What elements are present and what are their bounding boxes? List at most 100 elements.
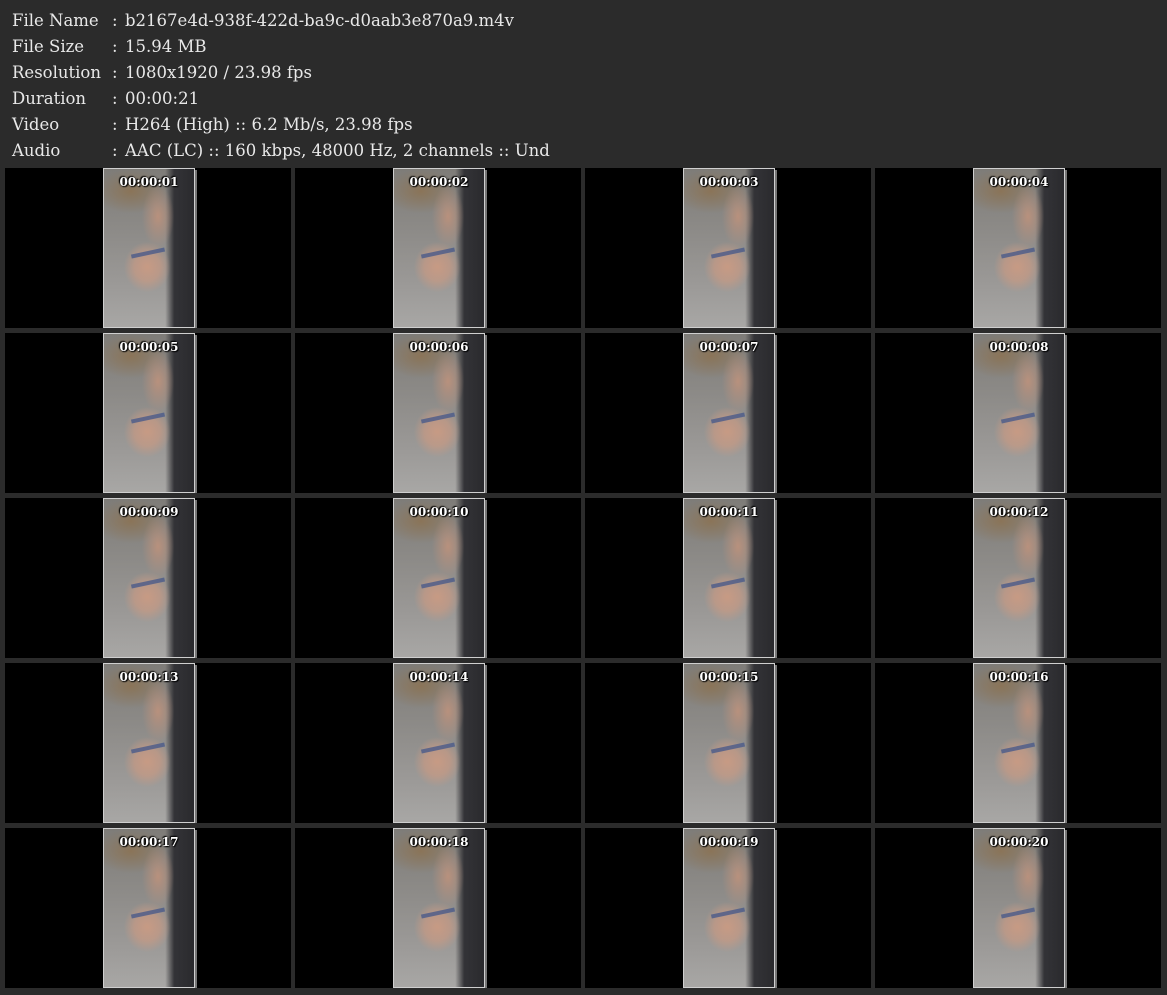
frame-image	[684, 334, 774, 492]
thumbnail-cell: 00:00:06	[295, 333, 581, 493]
info-value: 1080x1920 / 23.98 fps	[125, 63, 312, 82]
frame-image	[974, 334, 1064, 492]
thumbnail-cell: 00:00:08	[875, 333, 1161, 493]
info-separator: :	[112, 89, 118, 108]
file-info-panel: File Name : b2167e4d-938f-422d-ba9c-d0aa…	[12, 8, 1152, 164]
frame-image	[104, 829, 194, 987]
info-value: 00:00:21	[125, 89, 200, 108]
frame-timestamp: 00:00:18	[409, 835, 469, 849]
info-separator: :	[112, 11, 118, 30]
thumbnail-grid: 00:00:01 00:00:02 00:00:03 00:00:04 00:00:05…	[5, 168, 1163, 988]
video-frame-thumbnail: 00:00:17	[103, 828, 195, 988]
thumbnail-cell: 00:00:02	[295, 168, 581, 328]
thumbnail-cell: 00:00:10	[295, 498, 581, 658]
frame-image	[684, 829, 774, 987]
info-value: 15.94 MB	[125, 37, 207, 56]
video-frame-thumbnail: 00:00:11	[683, 498, 775, 658]
info-label: Resolution	[12, 63, 101, 82]
thumbnail-cell: 00:00:20	[875, 828, 1161, 988]
frame-image	[684, 499, 774, 657]
thumbnail-cell: 00:00:09	[5, 498, 291, 658]
frame-image	[974, 499, 1064, 657]
frame-image	[394, 334, 484, 492]
info-value: AAC (LC) :: 160 kbps, 48000 Hz, 2 channe…	[125, 141, 550, 160]
thumbnail-cell: 00:00:16	[875, 663, 1161, 823]
frame-image	[684, 664, 774, 822]
frame-timestamp: 00:00:14	[409, 670, 469, 684]
info-value: H264 (High) :: 6.2 Mb/s, 23.98 fps	[125, 115, 413, 134]
frame-timestamp: 00:00:04	[989, 175, 1049, 189]
thumbnail-cell: 00:00:11	[585, 498, 871, 658]
info-separator: :	[112, 37, 118, 56]
video-frame-thumbnail: 00:00:08	[973, 333, 1065, 493]
frame-image	[394, 664, 484, 822]
thumbnail-cell: 00:00:14	[295, 663, 581, 823]
info-label: Video	[12, 115, 60, 134]
frame-image	[104, 334, 194, 492]
video-frame-thumbnail: 00:00:03	[683, 168, 775, 328]
frame-image	[974, 664, 1064, 822]
video-frame-thumbnail: 00:00:06	[393, 333, 485, 493]
info-separator: :	[112, 115, 118, 134]
info-row-file-name: File Name : b2167e4d-938f-422d-ba9c-d0aa…	[12, 8, 1152, 34]
thumbnail-cell: 00:00:17	[5, 828, 291, 988]
info-row-video: Video : H264 (High) :: 6.2 Mb/s, 23.98 f…	[12, 112, 1152, 138]
frame-image	[104, 169, 194, 327]
frame-image	[104, 499, 194, 657]
video-frame-thumbnail: 00:00:07	[683, 333, 775, 493]
thumbnail-cell: 00:00:13	[5, 663, 291, 823]
frame-timestamp: 00:00:20	[989, 835, 1049, 849]
info-label: Duration	[12, 89, 87, 108]
video-frame-thumbnail: 00:00:05	[103, 333, 195, 493]
frame-timestamp: 00:00:17	[119, 835, 179, 849]
info-row-audio: Audio : AAC (LC) :: 160 kbps, 48000 Hz, …	[12, 138, 1152, 164]
frame-timestamp: 00:00:15	[699, 670, 759, 684]
frame-image	[394, 829, 484, 987]
video-frame-thumbnail: 00:00:13	[103, 663, 195, 823]
video-frame-thumbnail: 00:00:16	[973, 663, 1065, 823]
frame-timestamp: 00:00:19	[699, 835, 759, 849]
frame-timestamp: 00:00:09	[119, 505, 179, 519]
thumbnail-cell: 00:00:01	[5, 168, 291, 328]
thumbnail-cell: 00:00:19	[585, 828, 871, 988]
frame-timestamp: 00:00:16	[989, 670, 1049, 684]
video-frame-thumbnail: 00:00:19	[683, 828, 775, 988]
info-row-duration: Duration : 00:00:21	[12, 86, 1152, 112]
video-frame-thumbnail: 00:00:12	[973, 498, 1065, 658]
frame-image	[394, 499, 484, 657]
video-frame-thumbnail: 00:00:02	[393, 168, 485, 328]
video-frame-thumbnail: 00:00:04	[973, 168, 1065, 328]
frame-image	[104, 664, 194, 822]
frame-image	[974, 829, 1064, 987]
frame-timestamp: 00:00:11	[699, 505, 759, 519]
frame-timestamp: 00:00:08	[989, 340, 1049, 354]
frame-timestamp: 00:00:12	[989, 505, 1049, 519]
info-separator: :	[112, 63, 118, 82]
frame-timestamp: 00:00:13	[119, 670, 179, 684]
frame-timestamp: 00:00:05	[119, 340, 179, 354]
video-frame-thumbnail: 00:00:18	[393, 828, 485, 988]
info-row-resolution: Resolution : 1080x1920 / 23.98 fps	[12, 60, 1152, 86]
thumbnail-cell: 00:00:15	[585, 663, 871, 823]
frame-timestamp: 00:00:10	[409, 505, 469, 519]
info-label: File Size	[12, 37, 85, 56]
frame-image	[974, 169, 1064, 327]
video-frame-thumbnail: 00:00:15	[683, 663, 775, 823]
frame-timestamp: 00:00:06	[409, 340, 469, 354]
info-label: Audio	[12, 141, 61, 160]
video-frame-thumbnail: 00:00:09	[103, 498, 195, 658]
video-frame-thumbnail: 00:00:10	[393, 498, 485, 658]
thumbnail-cell: 00:00:05	[5, 333, 291, 493]
frame-timestamp: 00:00:02	[409, 175, 469, 189]
thumbnail-cell: 00:00:03	[585, 168, 871, 328]
video-frame-thumbnail: 00:00:14	[393, 663, 485, 823]
thumbnail-cell: 00:00:07	[585, 333, 871, 493]
frame-image	[394, 169, 484, 327]
frame-timestamp: 00:00:03	[699, 175, 759, 189]
thumbnail-cell: 00:00:12	[875, 498, 1161, 658]
info-row-file-size: File Size : 15.94 MB	[12, 34, 1152, 60]
frame-timestamp: 00:00:07	[699, 340, 759, 354]
info-separator: :	[112, 141, 118, 160]
thumbnail-cell: 00:00:18	[295, 828, 581, 988]
frame-timestamp: 00:00:01	[119, 175, 179, 189]
